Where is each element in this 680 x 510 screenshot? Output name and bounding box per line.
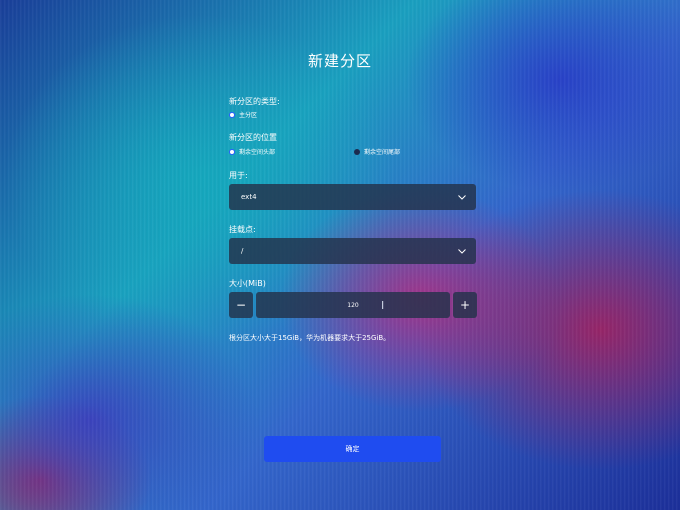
- text-cursor-icon: I: [381, 299, 385, 312]
- filesystem-label: 用于:: [229, 171, 248, 180]
- radio-primary-partition[interactable]: 主分区: [229, 110, 257, 119]
- radio-primary-label: 主分区: [239, 112, 258, 119]
- radio-location-start-label: 剩余空间头部: [239, 149, 276, 156]
- radio-location-end[interactable]: 剩余空间尾部: [354, 147, 400, 156]
- mount-point-select[interactable]: /: [229, 238, 476, 264]
- chevron-down-icon: [458, 248, 466, 254]
- size-label: 大小(MiB): [229, 279, 266, 288]
- size-hint-text: 根分区大小大于15GiB，华为机器要求大于25GiB。: [229, 334, 391, 342]
- chevron-down-icon: [458, 194, 466, 200]
- filesystem-select[interactable]: ext4: [229, 184, 476, 210]
- size-decrement-button[interactable]: −: [229, 292, 253, 318]
- confirm-button[interactable]: 确定: [264, 436, 441, 462]
- partition-type-label: 新分区的类型:: [229, 97, 280, 106]
- size-value: 120: [347, 301, 359, 309]
- plus-icon: +: [459, 298, 471, 312]
- mount-point-label: 挂载点:: [229, 225, 256, 234]
- filesystem-value: ext4: [241, 193, 257, 201]
- radio-selected-icon: [229, 148, 235, 155]
- radio-location-end-label: 剩余空间尾部: [364, 149, 401, 156]
- radio-location-start[interactable]: 剩余空间头部: [229, 147, 275, 156]
- radio-selected-icon: [229, 111, 235, 118]
- mount-point-value: /: [241, 247, 244, 255]
- radio-unselected-icon: [354, 148, 360, 155]
- dialog-title: 新建分区: [307, 52, 372, 70]
- size-input[interactable]: 120 I: [256, 292, 450, 318]
- partition-location-label: 新分区的位置: [229, 133, 277, 142]
- size-increment-button[interactable]: +: [453, 292, 477, 318]
- minus-icon: −: [235, 298, 247, 312]
- confirm-button-label: 确定: [345, 445, 360, 453]
